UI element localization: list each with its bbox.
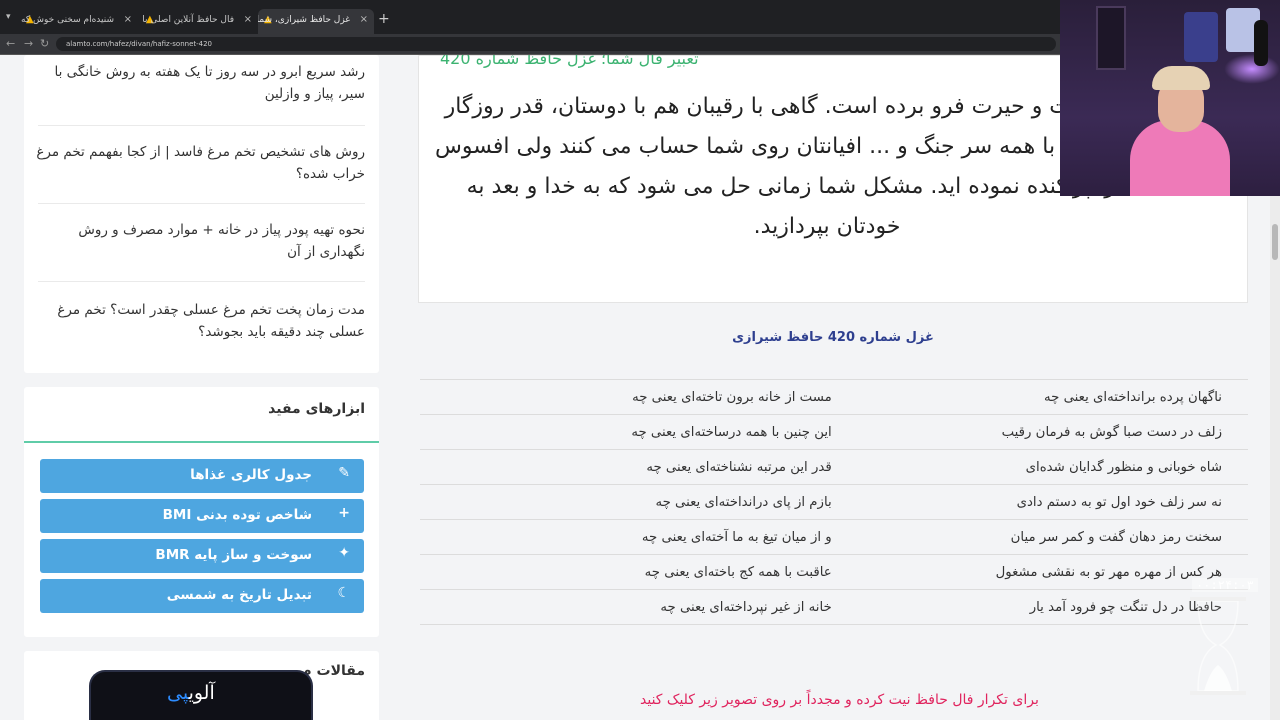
useful-tools-card: ابزارهای مفید ✎ جدول کالری غذاها + شاخص … <box>24 387 379 637</box>
divider <box>38 125 365 126</box>
related-link[interactable]: مدت زمان پخت تخم مرغ عسلی چقدر است؟ تخم … <box>35 299 365 343</box>
browser-tab-2[interactable]: ▲ فال حافظ آنلاین اصلی با تعبیر × <box>140 9 258 34</box>
hemistich-2: عاقبت با همه کج باخته‌ای یعنی چه <box>420 554 862 590</box>
plus-icon: + <box>338 505 350 521</box>
sparkle-icon: ✦ <box>338 545 350 561</box>
button-label: شاخص توده بدنی BMI <box>162 507 312 523</box>
back-icon[interactable]: ← <box>6 37 15 50</box>
bmr-button[interactable]: ✦ سوخت و ساز پایه BMR <box>40 539 364 573</box>
url-field[interactable]: alamto.com/hafez/divan/hafiz-sonnet-420 <box>56 37 1056 51</box>
browser-tab-3-active[interactable]: ▲ غزل حافظ شیرازی، شماره 420 - آ × <box>258 9 374 34</box>
webcam-light <box>1224 54 1280 84</box>
timer-readout: ۰۰:۲۴:۰۳ <box>1192 578 1258 592</box>
poem-verse: ناگهان پرده برانداخته‌ای یعنی چه مست از … <box>420 379 1248 415</box>
poem-verse: حافظا در دل تنگت چو فرود آمد یار خانه از… <box>420 589 1248 625</box>
related-posts-card: رشد سریع ابرو در سه روز تا یک هفته به رو… <box>24 55 379 373</box>
webcam-jersey <box>1184 12 1218 62</box>
browser-tab-bar: ▾ ▲ شنیده‌ام سخنی خوش که پیر کنعان × ▲ ف… <box>0 0 1060 34</box>
repeat-fal-hint: برای تکرار فال حافظ نیت کرده و مجدداً بر… <box>640 692 1039 708</box>
poem-title: غزل شماره 420 حافظ شیرازی <box>732 330 934 345</box>
related-link[interactable]: نحوه تهیه پودر پیاز در خانه + موارد مصرف… <box>35 219 365 263</box>
button-label: تبدیل تاریخ به شمسی <box>166 587 312 603</box>
divider <box>38 203 365 204</box>
hemistich-2: قدر این مرتبه نشناخته‌ای یعنی چه <box>420 449 862 485</box>
poem-verse: شاه خوبانی و منظور گدایان شده‌ای قدر این… <box>420 449 1248 485</box>
hemistich-2: خانه از غیر نپرداخته‌ای یعنی چه <box>420 589 862 625</box>
poem-table: ناگهان پرده برانداخته‌ای یعنی چه مست از … <box>420 379 1248 625</box>
poem-verse: سخنت رمز دهان گفت و کمر سر میان و از میا… <box>420 519 1248 555</box>
moon-icon: ☾ <box>337 585 350 601</box>
hourglass-timer: ۰۰:۲۴:۰۳ <box>1190 575 1258 700</box>
date-convert-button[interactable]: ☾ تبدیل تاریخ به شمسی <box>40 579 364 613</box>
tab-title: شنیده‌ام سخنی خوش که پیر کنعان <box>20 15 114 25</box>
channel-logo: آلویپی <box>89 670 313 720</box>
hemistich-1: نه سر زلف خود اول تو به دستم دادی <box>861 484 1248 520</box>
webcam-guitar <box>1254 20 1268 66</box>
close-tab-icon[interactable]: × <box>244 14 252 25</box>
close-tab-icon[interactable]: × <box>360 14 368 25</box>
hemistich-1: ناگهان پرده برانداخته‌ای یعنی چه <box>861 379 1248 415</box>
bmi-button[interactable]: + شاخص توده بدنی BMI <box>40 499 364 533</box>
related-link[interactable]: رشد سریع ابرو در سه روز تا یک هفته به رو… <box>35 61 365 105</box>
hemistich-1: سخنت رمز دهان گفت و کمر سر میان <box>861 519 1248 555</box>
hourglass-bottom <box>1190 691 1246 695</box>
hemistich-2: این چنین با همه درساخته‌ای یعنی چه <box>420 414 862 450</box>
logo-accent: پی <box>167 682 189 704</box>
tab-title: فال حافظ آنلاین اصلی با تعبیر <box>140 15 234 25</box>
address-bar-row: ← → ↻ alamto.com/hafez/divan/hafiz-sonne… <box>0 34 1060 54</box>
hemistich-1: زلف در دست صبا گوش به فرمان رقیب <box>861 414 1248 450</box>
hemistich-2: و از میان تیغ به ما آخته‌ای یعنی چه <box>420 519 862 555</box>
tools-heading: ابزارهای مفید <box>268 401 365 417</box>
tab-search-icon[interactable]: ▾ <box>6 12 18 24</box>
button-label: جدول کالری غذاها <box>190 467 312 483</box>
button-label: سوخت و ساز پایه BMR <box>155 547 312 563</box>
articles-heading: مقالات م <box>301 663 365 679</box>
scrollbar-thumb[interactable] <box>1272 224 1278 260</box>
calorie-table-button[interactable]: ✎ جدول کالری غذاها <box>40 459 364 493</box>
forward-icon[interactable]: → <box>24 37 33 50</box>
tools-heading-underline <box>24 441 379 443</box>
hemistich-2: مست از خانه برون تاخته‌ای یعنی چه <box>420 379 862 415</box>
hemistich-1: شاه خوبانی و منظور گدایان شده‌ای <box>861 449 1248 485</box>
related-link[interactable]: روش های تشخیص تخم مرغ فاسد | از کجا بفهم… <box>35 141 365 185</box>
poem-verse: نه سر زلف خود اول تو به دستم دادی بازم ا… <box>420 484 1248 520</box>
logo-main: آلوی <box>188 682 215 704</box>
tab-title: غزل حافظ شیرازی، شماره 420 - آ <box>258 15 350 25</box>
reload-icon[interactable]: ↻ <box>40 37 49 50</box>
logo-text: آلویپی <box>167 682 215 704</box>
card-heading: تعبیر فال شما؛ غزل حافظ شماره 420 <box>440 55 699 68</box>
hemistich-2: بازم از پای درانداخته‌ای یعنی چه <box>420 484 862 520</box>
new-tab-icon[interactable]: + <box>378 11 390 27</box>
poem-verse: زلف در دست صبا گوش به فرمان رقیب این چنی… <box>420 414 1248 450</box>
divider <box>38 281 365 282</box>
webcam-person-cap <box>1152 66 1210 90</box>
browser-tab-1[interactable]: ▲ شنیده‌ام سخنی خوش که پیر کنعان × <box>20 9 138 34</box>
poem-verse: هر کس از مهره مهر تو به نقشی مشغول عاقبت… <box>420 554 1248 590</box>
hourglass-icon <box>1197 601 1239 691</box>
close-tab-icon[interactable]: × <box>124 14 132 25</box>
webcam-wall-frame <box>1096 6 1126 70</box>
pencil-icon: ✎ <box>338 465 350 481</box>
